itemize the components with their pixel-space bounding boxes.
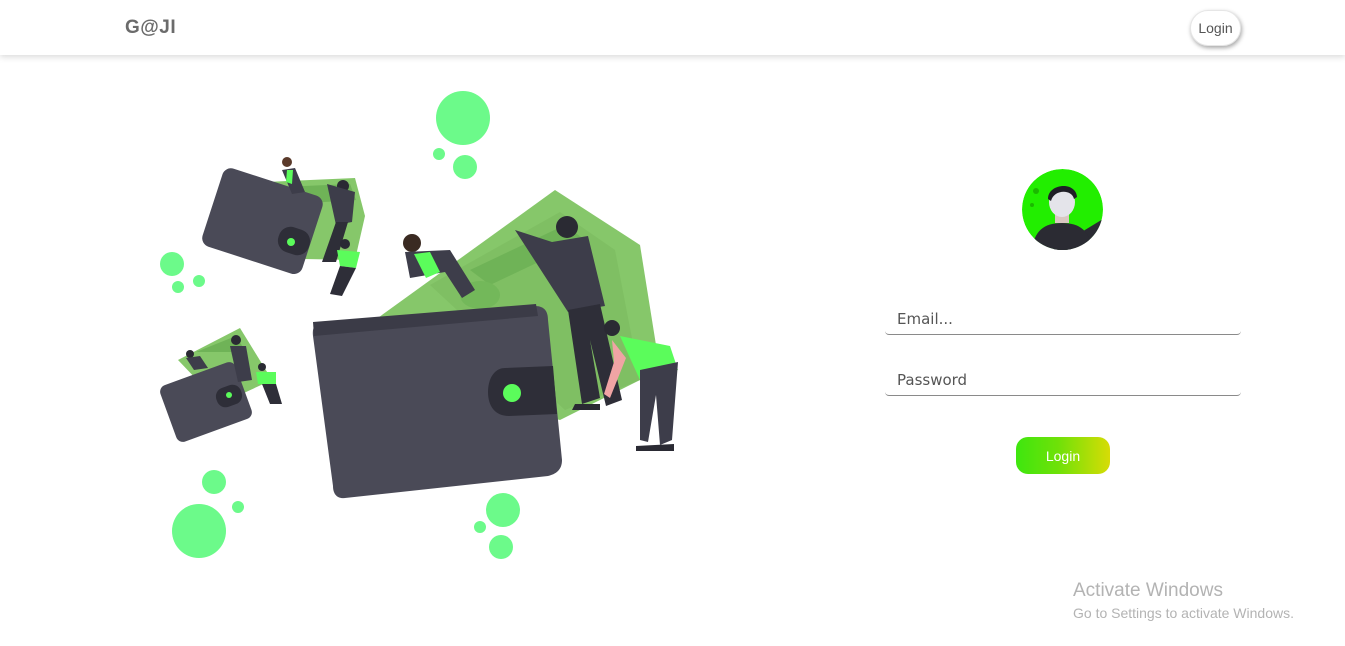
top-navbar: G@JI Login <box>0 0 1345 55</box>
watermark-subtitle: Go to Settings to activate Windows. <box>1073 605 1294 621</box>
login-submit-button[interactable]: Login <box>1016 437 1110 474</box>
brand-logo[interactable]: G@JI <box>125 17 176 39</box>
email-field[interactable] <box>885 303 1241 335</box>
wallet-money-people-illustration <box>160 91 678 559</box>
nav-login-button[interactable]: Login <box>1190 10 1241 46</box>
watermark-title: Activate Windows <box>1073 580 1223 601</box>
password-field[interactable] <box>885 364 1241 396</box>
user-avatar-icon <box>1022 169 1103 250</box>
wallet-small-left <box>160 328 272 442</box>
wallet-large <box>312 304 562 499</box>
windows-activation-watermark: Activate Windows Go to Settings to activ… <box>1073 580 1294 623</box>
